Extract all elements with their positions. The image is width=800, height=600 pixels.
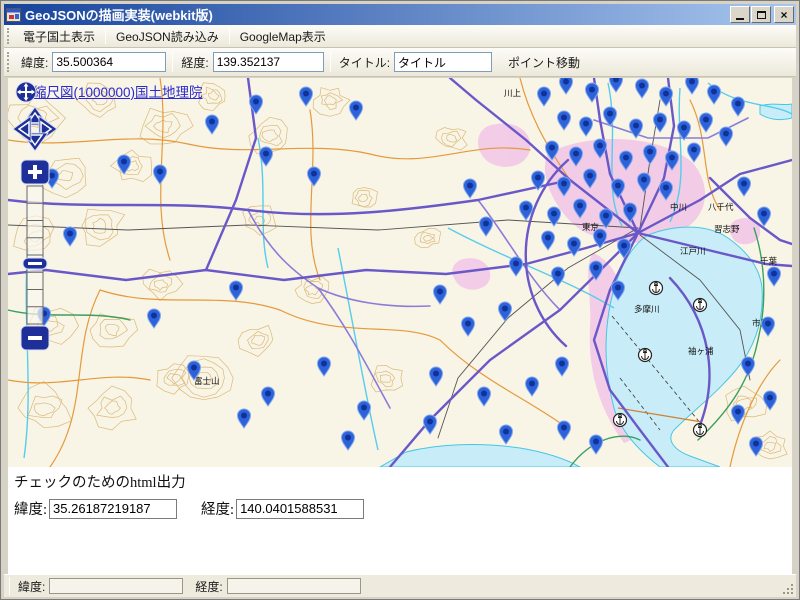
map-place-label: 川上 — [504, 88, 522, 98]
status-longitude-input[interactable] — [227, 578, 361, 594]
port-anchor-icon — [694, 424, 707, 437]
title-bar[interactable]: GeoJSONの描画実装(webkit版) × — [4, 4, 796, 25]
output-heading: チェックのためのhtml出力 — [14, 471, 788, 492]
title-field-label: タイトル: — [339, 54, 390, 71]
toolbar-separator — [330, 52, 331, 72]
param-toolbar: 緯度: 経度: タイトル: ポイント移動 — [4, 48, 796, 77]
maximize-button[interactable] — [751, 6, 771, 23]
minimize-button[interactable] — [730, 6, 750, 23]
toolbar-separator — [105, 28, 106, 43]
map-place-label: 習志野 — [714, 224, 740, 234]
status-separator — [9, 577, 10, 595]
toolbar-grip[interactable] — [7, 52, 11, 72]
latitude-input[interactable] — [52, 52, 166, 72]
map-place-label: 八千代 — [708, 202, 734, 212]
minimize-icon — [736, 18, 744, 20]
map-place-label: 中川 — [670, 202, 687, 212]
port-anchor-icon — [694, 299, 707, 312]
close-icon: × — [780, 9, 787, 21]
output-latitude-label: 緯度: — [14, 498, 47, 519]
map-viewport[interactable]: 東京中川江戸川八千代習志野千葉市原袖ヶ浦多摩川富士山川上 縮尺図(1000000… — [8, 78, 792, 467]
map-place-label: 袖ヶ浦 — [688, 346, 714, 356]
app-window: GeoJSONの描画実装(webkit版) × 電子国土表示 GeoJSON読み… — [0, 0, 800, 600]
title-input[interactable] — [394, 52, 492, 72]
zoom-out-button[interactable] — [21, 326, 49, 350]
longitude-label: 経度: — [181, 54, 208, 71]
output-longitude-label: 経度: — [201, 498, 234, 519]
map-place-label: 千葉 — [760, 256, 778, 266]
map-place-label: 江戸川 — [680, 246, 706, 256]
toolbar-separator — [172, 52, 173, 72]
pan-origin-button[interactable] — [16, 82, 36, 102]
map-navigation-control[interactable] — [12, 80, 60, 356]
load-geojson-button[interactable]: GeoJSON読み込み — [108, 26, 227, 47]
menu-toolbar: 電子国土表示 GeoJSON読み込み GoogleMap表示 — [4, 25, 796, 48]
status-latitude-label: 緯度: — [18, 578, 45, 595]
topographic-map[interactable]: 東京中川江戸川八千代習志野千葉市原袖ヶ浦多摩川富士山川上 — [8, 78, 792, 467]
output-longitude-input[interactable] — [236, 499, 364, 519]
zoom-slider-handle[interactable] — [23, 258, 47, 269]
html-output-section: チェックのためのhtml出力 緯度: 経度: — [8, 467, 792, 574]
status-bar: 緯度: 経度: — [4, 574, 796, 597]
window-title: GeoJSONの描画実装(webkit版) — [25, 5, 729, 24]
status-latitude-input[interactable] — [49, 578, 183, 594]
latitude-label: 緯度: — [21, 54, 48, 71]
toolbar-separator — [229, 28, 230, 43]
map-place-label: 多摩川 — [634, 304, 660, 314]
pan-left-button[interactable] — [13, 116, 31, 142]
maximize-icon — [757, 11, 766, 19]
toolbar-grip[interactable] — [7, 28, 11, 43]
show-googlemap-button[interactable]: GoogleMap表示 — [232, 26, 334, 47]
zoom-in-button[interactable] — [21, 160, 49, 184]
move-point-button[interactable]: ポイント移動 — [500, 52, 588, 73]
zoom-slider[interactable] — [27, 186, 43, 324]
status-longitude-label: 経度: — [195, 578, 222, 595]
resize-grip[interactable] — [781, 582, 795, 596]
port-anchor-icon — [650, 282, 663, 295]
longitude-input[interactable] — [213, 52, 324, 72]
close-button[interactable]: × — [774, 6, 794, 23]
app-icon — [6, 8, 21, 22]
output-latitude-input[interactable] — [49, 499, 177, 519]
show-denshi-kokudo-button[interactable]: 電子国土表示 — [15, 26, 103, 47]
map-place-label: 富士山 — [194, 376, 220, 386]
port-anchor-icon — [639, 349, 652, 362]
port-anchor-icon — [614, 414, 627, 427]
